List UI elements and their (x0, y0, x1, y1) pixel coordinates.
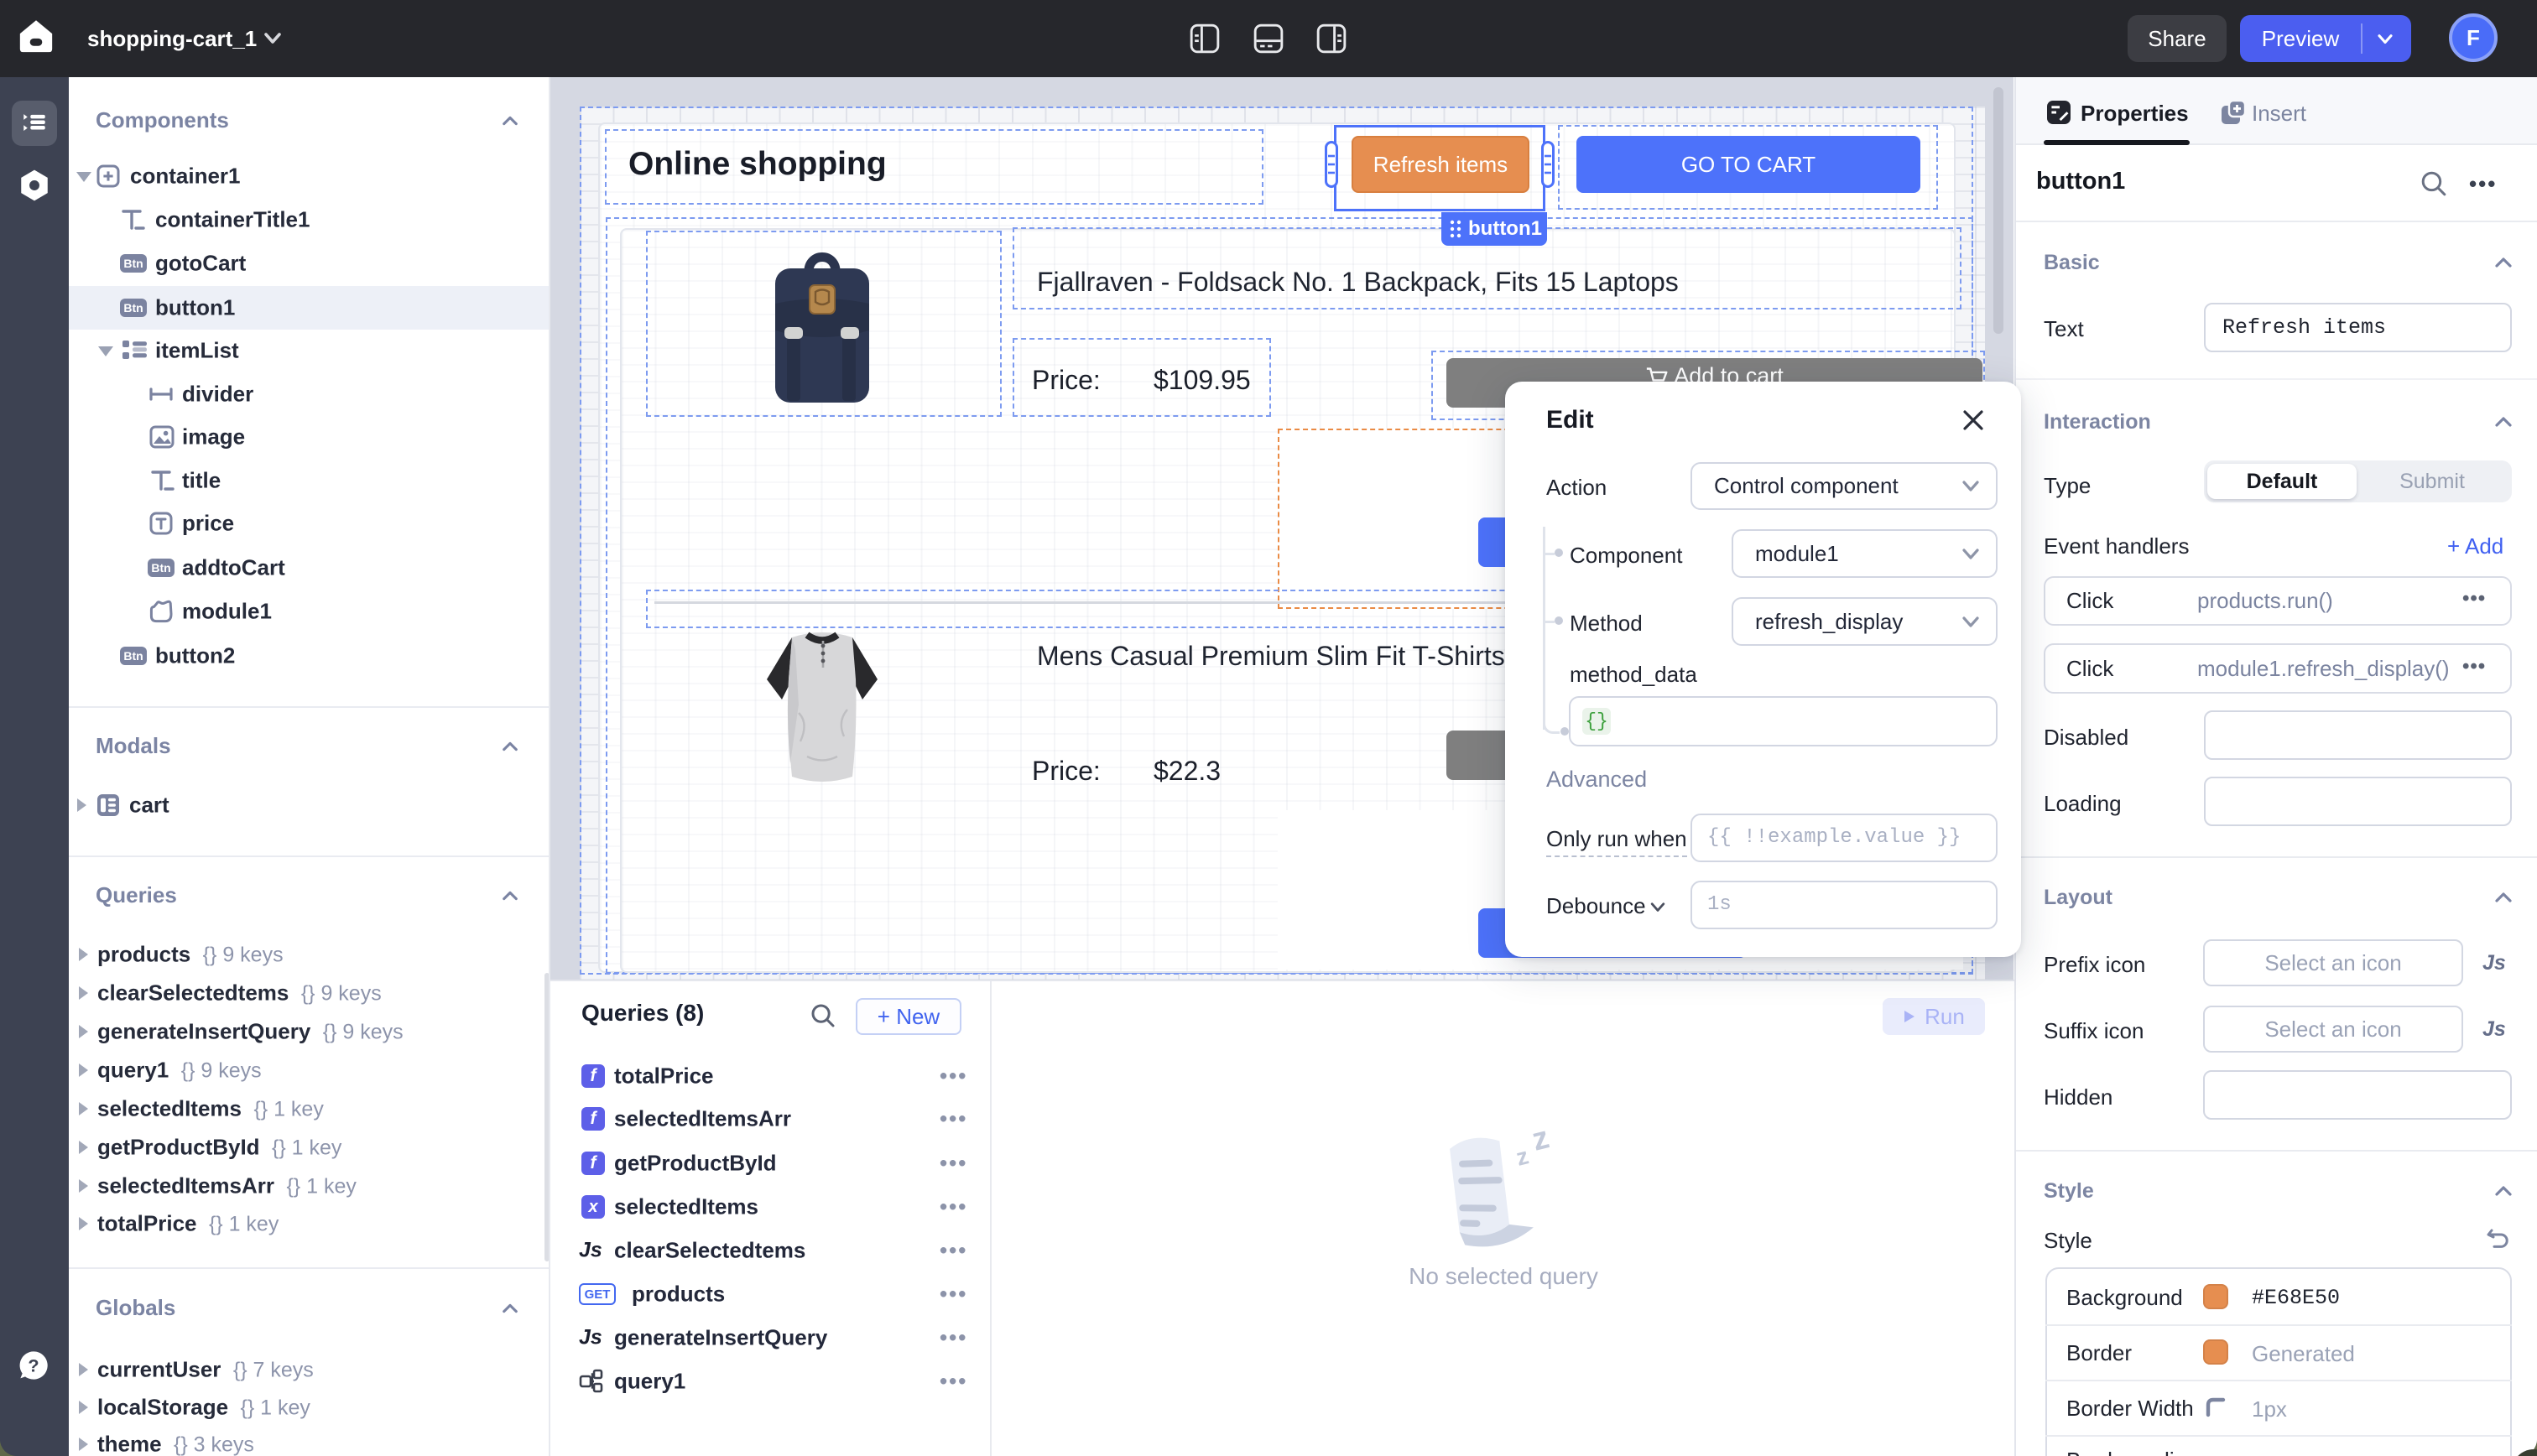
svg-text:z: z (1513, 1142, 1531, 1170)
svg-text:z: z (1529, 1124, 1553, 1158)
svg-text:?: ? (28, 1355, 39, 1375)
